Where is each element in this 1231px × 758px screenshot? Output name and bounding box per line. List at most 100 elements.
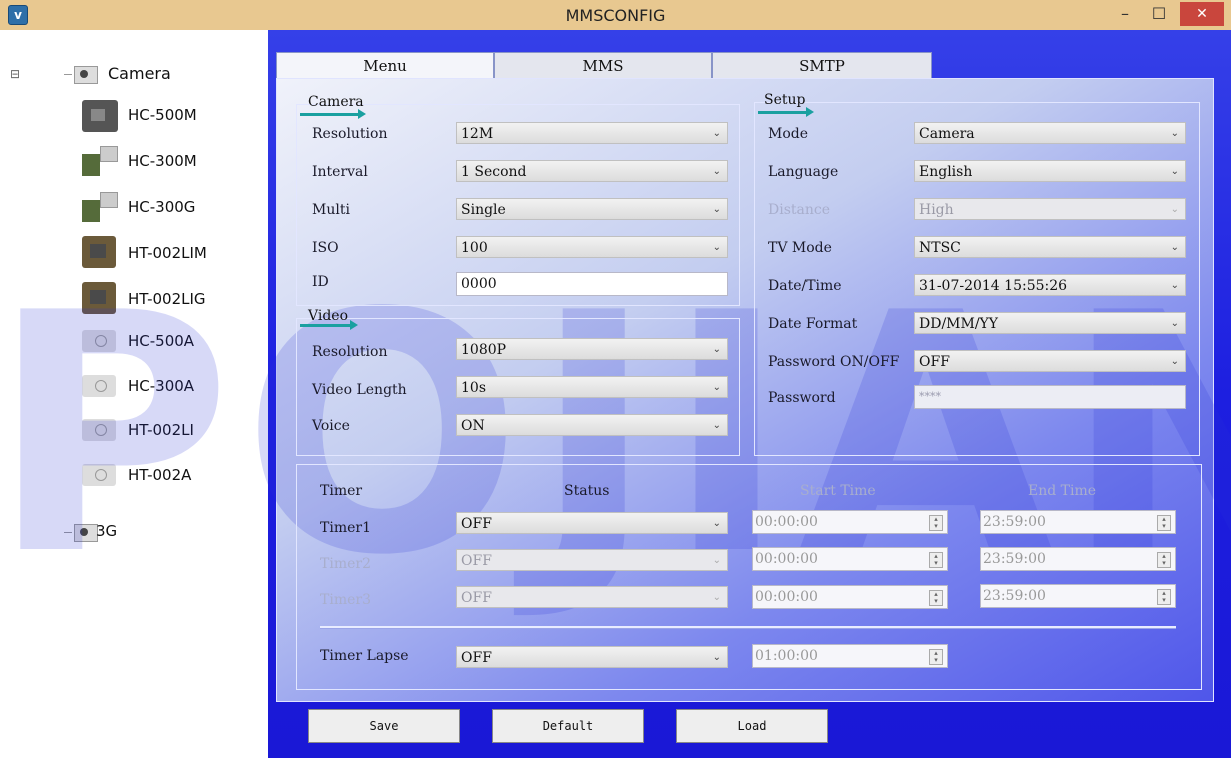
- chevron-down-icon: ⌄: [1170, 166, 1179, 177]
- time-value: 23:59:00: [983, 588, 1046, 604]
- language-label: Language: [768, 164, 839, 180]
- iso-select[interactable]: 100 ⌄: [456, 236, 728, 258]
- window-title: MMSCONFIG: [565, 6, 666, 25]
- multi-label: Multi: [312, 202, 350, 218]
- camera-resolution-label: Resolution: [312, 126, 388, 142]
- status-column-header: Status: [564, 483, 610, 499]
- chevron-down-icon: ⌄: [712, 592, 721, 603]
- camera-resolution-select[interactable]: 12M ⌄: [456, 122, 728, 144]
- select-value: OFF: [461, 553, 492, 569]
- tv-mode-select[interactable]: NTSC ⌄: [914, 236, 1186, 258]
- spin-arrows-icon: ▴ ▾: [929, 590, 943, 606]
- video-resolution-label: Resolution: [312, 344, 388, 360]
- interval-select[interactable]: 1 Second ⌄: [456, 160, 728, 182]
- spin-arrows-icon[interactable]: ▴ ▾: [929, 649, 943, 665]
- id-input[interactable]: 0000: [456, 272, 728, 296]
- select-value: OFF: [461, 516, 492, 532]
- timer3-end-time: 23:59:00 ▴ ▾: [980, 584, 1176, 608]
- select-value: Single: [461, 202, 506, 218]
- spin-arrows-icon: ▴ ▾: [929, 552, 943, 568]
- chevron-down-icon: ⌄: [1170, 128, 1179, 139]
- load-button[interactable]: Load: [676, 709, 828, 743]
- video-length-select[interactable]: 10s ⌄: [456, 376, 728, 398]
- kit-camera-icon: [82, 146, 118, 176]
- video-resolution-select[interactable]: 1080P ⌄: [456, 338, 728, 360]
- select-value: 10s: [461, 380, 486, 396]
- default-button[interactable]: Default: [492, 709, 644, 743]
- interval-label: Interval: [312, 164, 368, 180]
- timer-column-header: Timer: [320, 483, 363, 499]
- start-time-column-header: Start Time: [800, 483, 876, 499]
- timer1-status-select[interactable]: OFF ⌄: [456, 512, 728, 534]
- save-button[interactable]: Save: [308, 709, 460, 743]
- video-arrow-icon: [300, 320, 358, 330]
- select-value: OFF: [461, 590, 492, 606]
- language-select[interactable]: English ⌄: [914, 160, 1186, 182]
- video-group-title: Video: [308, 308, 349, 324]
- minimize-button[interactable]: –: [1110, 2, 1140, 26]
- timer3-label: Timer3: [320, 592, 371, 608]
- kit-camera-icon: [82, 192, 118, 222]
- timer-lapse-select[interactable]: OFF ⌄: [456, 646, 728, 668]
- timer-lapse-time[interactable]: 01:00:00 ▴ ▾: [752, 644, 948, 668]
- select-value: OFF: [461, 650, 492, 666]
- select-value: 100: [461, 240, 488, 256]
- tab-mms[interactable]: MMS: [494, 52, 712, 80]
- chevron-down-icon: ⌄: [712, 344, 721, 355]
- voice-select[interactable]: ON ⌄: [456, 414, 728, 436]
- camera-folder-icon: [64, 66, 98, 84]
- multi-select[interactable]: Single ⌄: [456, 198, 728, 220]
- time-value: 00:00:00: [755, 551, 818, 567]
- select-value: DD/MM/YY: [919, 316, 999, 332]
- select-value: Camera: [919, 126, 975, 142]
- chevron-down-icon: ⌄: [712, 166, 721, 177]
- timer-lapse-label: Timer Lapse: [320, 648, 409, 664]
- spin-arrows-icon[interactable]: ▴ ▾: [929, 515, 943, 531]
- timer3-status-select: OFF ⌄: [456, 586, 728, 608]
- tree-item-label: HC-300G: [128, 198, 196, 216]
- tv-mode-label: TV Mode: [768, 240, 832, 256]
- close-button[interactable]: ✕: [1180, 2, 1224, 26]
- datetime-picker[interactable]: 31-07-2014 15:55:26 ⌄: [914, 274, 1186, 296]
- date-format-select[interactable]: DD/MM/YY ⌄: [914, 312, 1186, 334]
- timer1-end-time[interactable]: 23:59:00 ▴ ▾: [980, 510, 1176, 534]
- timer1-start-time[interactable]: 00:00:00 ▴ ▾: [752, 510, 948, 534]
- maximize-button[interactable]: ☐: [1144, 2, 1174, 26]
- chevron-down-icon: ⌄: [1170, 242, 1179, 253]
- time-value: 00:00:00: [755, 514, 818, 530]
- mode-select[interactable]: Camera ⌄: [914, 122, 1186, 144]
- chevron-down-icon: ⌄: [712, 652, 721, 663]
- select-value: 12M: [461, 126, 494, 142]
- select-value: English: [919, 164, 973, 180]
- time-value: 00:00:00: [755, 589, 818, 605]
- select-value: OFF: [919, 354, 950, 370]
- timer2-label: Timer2: [320, 556, 371, 572]
- tree-root-camera[interactable]: Camera: [108, 64, 171, 83]
- id-label: ID: [312, 274, 329, 290]
- select-value: High: [919, 202, 954, 218]
- time-value: 23:59:00: [983, 551, 1046, 567]
- tab-menu[interactable]: Menu: [276, 52, 494, 80]
- date-format-label: Date Format: [768, 316, 858, 332]
- setup-arrow-icon: [758, 107, 814, 117]
- spin-arrows-icon: ▴ ▾: [1157, 552, 1171, 568]
- datetime-label: Date/Time: [768, 278, 842, 294]
- spin-arrows-icon: ▴ ▾: [1157, 589, 1171, 605]
- spin-arrows-icon[interactable]: ▴ ▾: [1157, 515, 1171, 531]
- chevron-down-icon: ⌄: [712, 555, 721, 566]
- tree-item-label: HC-500M: [128, 106, 197, 124]
- chevron-down-icon: ⌄: [712, 518, 721, 529]
- timer3-start-time: 00:00:00 ▴ ▾: [752, 585, 948, 609]
- distance-select: High ⌄: [914, 198, 1186, 220]
- tab-smtp[interactable]: SMTP: [712, 52, 932, 80]
- distance-label: Distance: [768, 202, 831, 218]
- password-onoff-select[interactable]: OFF ⌄: [914, 350, 1186, 372]
- select-value: 31-07-2014 15:55:26: [919, 278, 1068, 294]
- camera-arrow-icon: [300, 109, 366, 119]
- select-value: 1080P: [461, 342, 507, 358]
- select-value: 1 Second: [461, 164, 527, 180]
- password-input: ****: [914, 385, 1186, 409]
- timer2-status-select: OFF ⌄: [456, 549, 728, 571]
- tree-collapse-icon[interactable]: ⊟: [10, 67, 20, 81]
- password-onoff-label: Password ON/OFF: [768, 354, 900, 370]
